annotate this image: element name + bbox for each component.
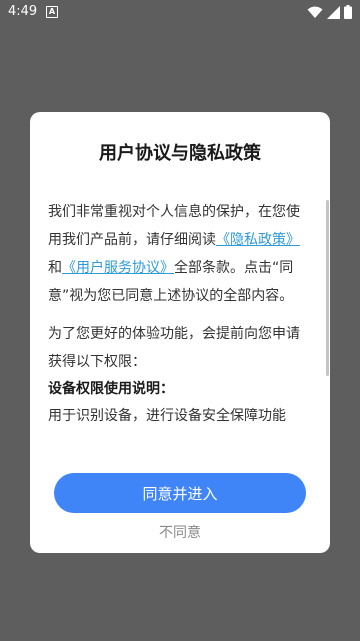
status-time: 4:49 (8, 4, 38, 19)
disagree-button[interactable]: 不同意 (130, 520, 230, 546)
dialog-body[interactable]: 我们非常重视对个人信息的保护，在您使用我们产品前，请仔细阅读《隐私政策》和《用户… (48, 198, 310, 434)
agree-and-enter-button[interactable]: 同意并进入 (54, 473, 306, 513)
battery-icon (344, 5, 352, 19)
scrollbar[interactable] (326, 200, 329, 376)
notification-a-icon: A (46, 6, 58, 18)
dialog-title: 用户协议与隐私政策 (99, 143, 261, 164)
status-bar: 4:49 A (0, 0, 360, 24)
device-permission-text: 用于识别设备，进行设备安全保障功能 (48, 408, 286, 424)
signal-icon (327, 5, 340, 19)
and-text: 和 (48, 260, 62, 276)
user-service-agreement-link[interactable]: 《用户服务协议》 (62, 260, 174, 276)
privacy-dialog: 用户协议与隐私政策 我们非常重视对个人信息的保护，在您使用我们产品前，请仔细阅读… (30, 112, 330, 553)
permissions-intro: 为了您更好的体验功能，会提前向您申请获得以下权限： (48, 326, 300, 370)
privacy-policy-link[interactable]: 《隐私政策》 (216, 232, 300, 248)
wifi-icon (307, 6, 323, 18)
permissions-subheading: 设备权限使用说明： (48, 381, 174, 397)
status-icons (307, 5, 352, 19)
intro-paragraph: 我们非常重视对个人信息的保护，在您使用我们产品前，请仔细阅读《隐私政策》和《用户… (48, 198, 310, 310)
